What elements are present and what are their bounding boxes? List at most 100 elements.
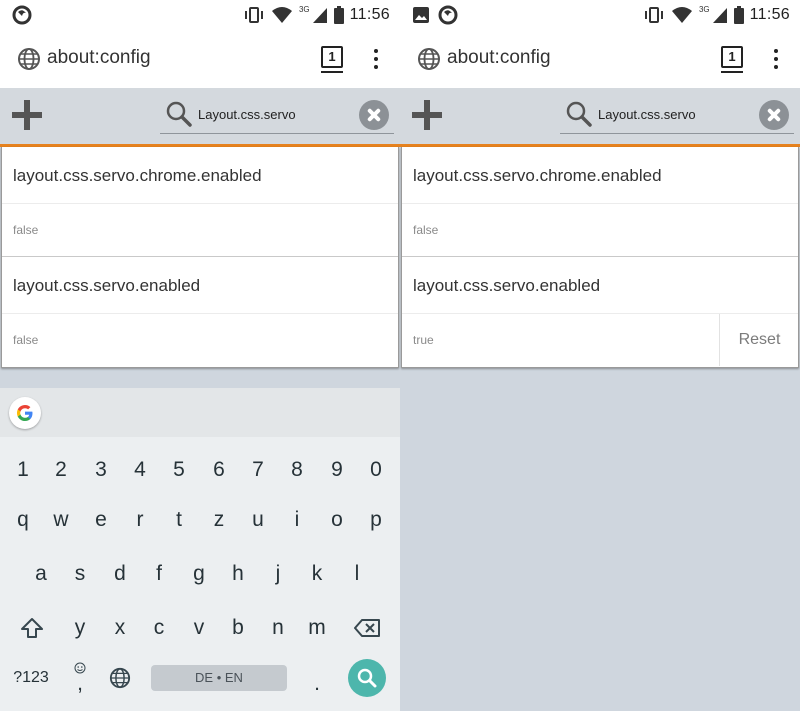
pref-name: layout.css.servo.chrome.enabled bbox=[13, 166, 262, 185]
tabs-counter-button[interactable]: 1 bbox=[321, 46, 343, 68]
pref-separator bbox=[402, 203, 798, 204]
screenshot-root: 3G 11:56 about:config 1 Layout.css.servo bbox=[0, 0, 800, 711]
config-toolbar: Layout.css.servo bbox=[400, 88, 800, 144]
key-o[interactable]: o bbox=[322, 505, 352, 535]
search-input[interactable]: Layout.css.servo bbox=[198, 107, 296, 122]
key-i[interactable]: i bbox=[282, 505, 312, 535]
space-key[interactable]: DE • EN bbox=[151, 665, 287, 691]
backspace-icon[interactable] bbox=[353, 618, 381, 638]
firefox-notification-icon bbox=[438, 5, 458, 25]
key-n[interactable]: n bbox=[263, 613, 293, 643]
pref-value: true bbox=[413, 333, 434, 347]
key-8[interactable]: 8 bbox=[282, 455, 312, 485]
key-h[interactable]: h bbox=[223, 559, 253, 589]
globe-icon bbox=[418, 48, 440, 70]
pref-separator bbox=[2, 203, 398, 204]
key-a[interactable]: a bbox=[26, 559, 56, 589]
clear-search-button[interactable] bbox=[759, 100, 789, 130]
key-j[interactable]: j bbox=[263, 559, 293, 589]
key-3[interactable]: 3 bbox=[86, 455, 116, 485]
symbols-key[interactable]: ?123 bbox=[7, 663, 55, 693]
tabs-underline bbox=[321, 71, 343, 73]
key-k[interactable]: k bbox=[302, 559, 332, 589]
pref-name: layout.css.servo.enabled bbox=[13, 276, 201, 295]
url-text[interactable]: about:config bbox=[447, 47, 551, 69]
key-4[interactable]: 4 bbox=[125, 455, 155, 485]
wifi-icon bbox=[671, 7, 692, 23]
key-t[interactable]: t bbox=[164, 505, 194, 535]
keyboard-suggestion-bar bbox=[0, 388, 400, 437]
vibrate-icon bbox=[244, 7, 263, 23]
pref-value: false bbox=[13, 333, 39, 347]
key-e[interactable]: e bbox=[86, 505, 116, 535]
menu-dot-icon bbox=[374, 57, 378, 61]
pref-item[interactable]: layout.css.servo.enabled false bbox=[2, 257, 398, 367]
key-5[interactable]: 5 bbox=[164, 455, 194, 485]
key-f[interactable]: f bbox=[144, 559, 174, 589]
tabs-counter-button[interactable]: 1 bbox=[721, 46, 743, 68]
menu-dot-icon bbox=[374, 65, 378, 69]
add-pref-icon[interactable] bbox=[410, 98, 444, 132]
pref-item[interactable]: layout.css.servo.enabled true Reset bbox=[402, 257, 798, 367]
vibrate-icon bbox=[644, 7, 663, 23]
period-key[interactable]: . bbox=[302, 669, 332, 699]
firefox-notification-icon bbox=[12, 5, 32, 25]
keyboard-search-button[interactable] bbox=[348, 659, 386, 697]
pref-search-box[interactable]: Layout.css.servo bbox=[560, 96, 794, 134]
key-m[interactable]: m bbox=[302, 613, 332, 643]
reset-button[interactable]: Reset bbox=[719, 314, 799, 366]
key-y[interactable]: y bbox=[65, 613, 95, 643]
overflow-menu-button[interactable] bbox=[369, 47, 383, 71]
key-c[interactable]: c bbox=[144, 613, 174, 643]
shift-icon[interactable] bbox=[20, 616, 44, 640]
search-input[interactable]: Layout.css.servo bbox=[598, 107, 696, 122]
tabs-underline bbox=[721, 71, 743, 73]
soft-keyboard: 1 2 3 4 5 6 7 8 9 0 q w e r t z u i o p … bbox=[0, 388, 400, 711]
key-d[interactable]: d bbox=[105, 559, 135, 589]
key-p[interactable]: p bbox=[361, 505, 391, 535]
menu-dot-icon bbox=[774, 65, 778, 69]
menu-dot-icon bbox=[774, 49, 778, 53]
comma-key[interactable]: , bbox=[65, 669, 95, 699]
clock: 11:56 bbox=[349, 6, 390, 23]
add-pref-icon[interactable] bbox=[10, 98, 44, 132]
clear-search-button[interactable] bbox=[359, 100, 389, 130]
google-button[interactable] bbox=[9, 397, 41, 429]
key-s[interactable]: s bbox=[65, 559, 95, 589]
pref-item[interactable]: layout.css.servo.chrome.enabled false bbox=[402, 147, 798, 257]
language-globe-icon[interactable] bbox=[109, 667, 131, 689]
signal-icon bbox=[312, 8, 327, 23]
pref-search-box[interactable]: Layout.css.servo bbox=[160, 96, 394, 134]
key-v[interactable]: v bbox=[184, 613, 214, 643]
wifi-icon bbox=[271, 7, 292, 23]
key-9[interactable]: 9 bbox=[322, 455, 352, 485]
key-w[interactable]: w bbox=[46, 505, 76, 535]
image-notification-icon bbox=[413, 7, 429, 23]
key-1[interactable]: 1 bbox=[8, 455, 38, 485]
key-0[interactable]: 0 bbox=[361, 455, 391, 485]
url-text[interactable]: about:config bbox=[47, 47, 151, 69]
key-q[interactable]: q bbox=[8, 505, 38, 535]
key-6[interactable]: 6 bbox=[204, 455, 234, 485]
pref-separator bbox=[2, 313, 398, 314]
battery-icon bbox=[733, 6, 744, 24]
overflow-menu-button[interactable] bbox=[769, 47, 783, 71]
key-b[interactable]: b bbox=[223, 613, 253, 643]
key-l[interactable]: l bbox=[342, 559, 372, 589]
url-bar[interactable]: about:config 1 bbox=[0, 30, 400, 88]
search-icon bbox=[566, 101, 592, 127]
search-icon bbox=[357, 668, 377, 688]
key-g[interactable]: g bbox=[184, 559, 214, 589]
key-u[interactable]: u bbox=[243, 505, 273, 535]
key-z[interactable]: z bbox=[204, 505, 234, 535]
key-2[interactable]: 2 bbox=[46, 455, 76, 485]
pref-name: layout.css.servo.enabled bbox=[413, 276, 601, 295]
key-7[interactable]: 7 bbox=[243, 455, 273, 485]
url-bar[interactable]: about:config 1 bbox=[400, 30, 800, 88]
pref-item[interactable]: layout.css.servo.chrome.enabled false bbox=[2, 147, 398, 257]
key-r[interactable]: r bbox=[125, 505, 155, 535]
pref-value: false bbox=[13, 223, 39, 237]
signal-icon bbox=[712, 8, 727, 23]
key-x[interactable]: x bbox=[105, 613, 135, 643]
globe-icon bbox=[18, 48, 40, 70]
